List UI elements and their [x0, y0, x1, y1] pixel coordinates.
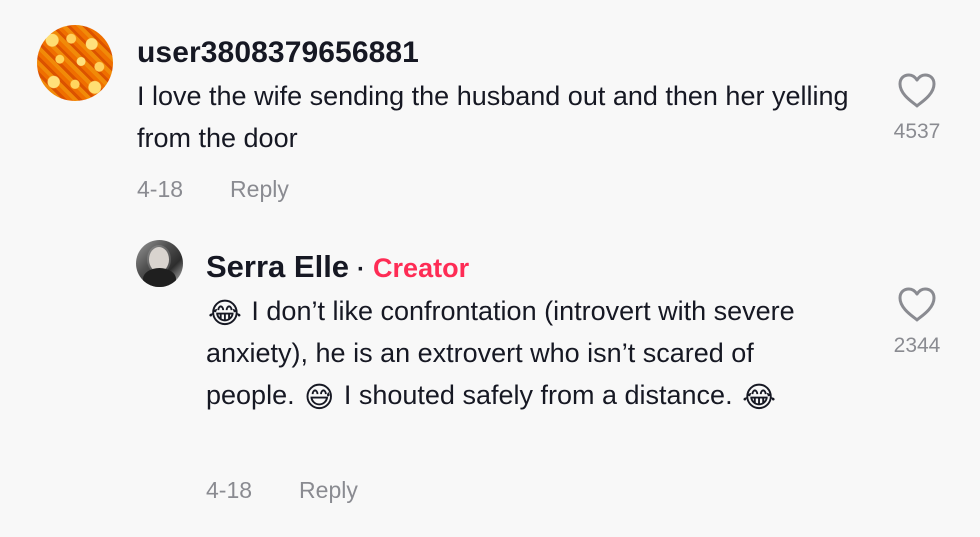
comment-username[interactable]: user3808379656881 [137, 36, 419, 70]
comment-date: 4-18 [137, 176, 184, 202]
heart-outline-icon[interactable] [896, 72, 938, 110]
reply-like-area: 2344 [882, 286, 952, 358]
creator-avatar[interactable] [136, 240, 183, 287]
comment-like-area: 4537 [882, 72, 952, 144]
separator-dot: · [357, 256, 366, 283]
laughing-emoji-icon: 😂 [742, 380, 776, 414]
reply-button[interactable]: Reply [230, 176, 289, 202]
comment-meta: 4-18 Reply [137, 176, 289, 202]
comment-text: I love the wife sending the husband out … [137, 81, 849, 153]
user-avatar[interactable] [37, 25, 113, 101]
laughing-emoji-icon: 😂 [208, 296, 242, 330]
like-count: 4537 [893, 120, 941, 143]
reply-date: 4-18 [206, 477, 253, 503]
reply-button[interactable]: Reply [299, 477, 358, 503]
reply-text-part-2: I shouted safely from a distance. [343, 380, 733, 410]
creator-badge: Creator [373, 253, 470, 283]
sweat-smile-emoji-icon: 😅 [304, 380, 335, 414]
reply-header: Serra Elle · Creator [206, 249, 469, 285]
heart-outline-icon[interactable] [896, 286, 938, 324]
reply-text: 😂 I don’t like confrontation (introvert … [206, 290, 816, 416]
like-count: 2344 [893, 334, 941, 357]
reply-meta: 4-18 Reply [206, 477, 358, 503]
reply-username[interactable]: Serra Elle [206, 249, 349, 285]
